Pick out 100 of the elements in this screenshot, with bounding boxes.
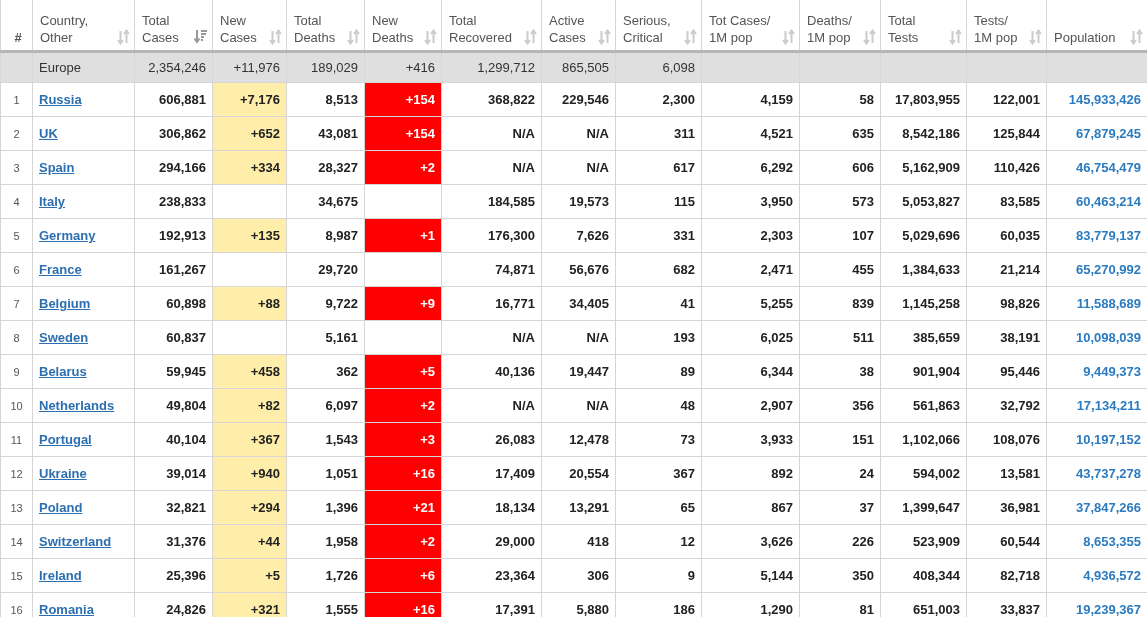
country-link[interactable]: Ireland: [39, 568, 82, 583]
table-cell: 17,803,955: [880, 82, 967, 117]
sort-icon[interactable]: [863, 29, 876, 46]
table-cell: +334: [212, 150, 287, 185]
row-number: 3: [0, 150, 33, 185]
country-link[interactable]: Switzerland: [39, 534, 112, 549]
table-cell: 34,405: [541, 286, 616, 321]
table-cell: 32,792: [966, 388, 1047, 423]
table-cell: 89: [615, 354, 702, 389]
table-cell: 189,029: [286, 51, 365, 83]
table-cell: 74,871: [441, 252, 542, 287]
table-cell: 455: [799, 252, 881, 287]
table-cell: +135: [212, 218, 287, 253]
table-cell: +44: [212, 524, 287, 559]
table-cell: 82,718: [966, 558, 1047, 593]
table-cell: 95,446: [966, 354, 1047, 389]
table-cell: 5,029,696: [880, 218, 967, 253]
table-cell: 1,396: [286, 490, 365, 525]
table-cell: 1,543: [286, 422, 365, 457]
table-cell: 1,051: [286, 456, 365, 491]
table-cell: +3: [364, 422, 442, 457]
row-number: 5: [0, 218, 33, 253]
country-link[interactable]: Belgium: [39, 296, 91, 311]
row-number: 6: [0, 252, 33, 287]
table-cell: 1,145,258: [880, 286, 967, 321]
table-cell: 867: [701, 490, 800, 525]
country-link[interactable]: UK: [39, 126, 58, 141]
sort-icon[interactable]: [1029, 29, 1042, 46]
table-cell: 41: [615, 286, 702, 321]
table-cell: 617: [615, 150, 702, 185]
table-cell: 2,354,246: [134, 51, 213, 83]
country-link[interactable]: Sweden: [39, 330, 89, 345]
country-link[interactable]: Romania: [39, 602, 94, 617]
table-cell: N/A: [541, 116, 616, 151]
table-cell: 19,573: [541, 184, 616, 219]
table-cell: +11,976: [212, 51, 287, 83]
table-cell: 65: [615, 490, 702, 525]
table-cell: 34,675: [286, 184, 365, 219]
table-cell: 125,844: [966, 116, 1047, 151]
table-cell: N/A: [541, 150, 616, 185]
table-cell: 385,659: [880, 320, 967, 355]
table-cell: 29,000: [441, 524, 542, 559]
row-number: 7: [0, 286, 33, 321]
table-cell: 36,981: [966, 490, 1047, 525]
table-cell: N/A: [441, 150, 542, 185]
table-cell: +154: [364, 116, 442, 151]
sort-icon[interactable]: [424, 29, 437, 46]
sort-icon[interactable]: [524, 29, 537, 46]
table-cell: +5: [212, 558, 287, 593]
country-link[interactable]: Italy: [39, 194, 65, 209]
table-cell: 60,035: [966, 218, 1047, 253]
country-link[interactable]: Germany: [39, 228, 96, 243]
table-cell: N/A: [441, 388, 542, 423]
sort-icon[interactable]: [949, 29, 962, 46]
sort-icon[interactable]: [782, 29, 795, 46]
country-link[interactable]: Ukraine: [39, 466, 87, 481]
table-cell: 1,958: [286, 524, 365, 559]
table-cell: 20,554: [541, 456, 616, 491]
table-cell: 184,585: [441, 184, 542, 219]
table-cell: 4,159: [701, 82, 800, 117]
table-cell: 25,396: [134, 558, 213, 593]
table-cell: +416: [364, 51, 442, 83]
table-cell: 18,134: [441, 490, 542, 525]
country-link[interactable]: Netherlands: [39, 398, 115, 413]
row-number: 14: [0, 524, 33, 559]
table-cell: 1,384,633: [880, 252, 967, 287]
table-cell: +2: [364, 388, 442, 423]
country-link[interactable]: Belarus: [39, 364, 87, 379]
sort-icon[interactable]: [598, 29, 611, 46]
table-cell: 83,585: [966, 184, 1047, 219]
sort-icon[interactable]: [684, 29, 697, 46]
country-link[interactable]: Russia: [39, 92, 82, 107]
sort-descending-icon[interactable]: [194, 29, 208, 46]
sort-icon[interactable]: [347, 29, 360, 46]
table-cell: 1,102,066: [880, 422, 967, 457]
sort-icon[interactable]: [117, 29, 130, 46]
table-cell: 8,987: [286, 218, 365, 253]
table-cell: +940: [212, 456, 287, 491]
country-link[interactable]: Spain: [39, 160, 75, 175]
table-cell: 331: [615, 218, 702, 253]
country-link[interactable]: Portugal: [39, 432, 92, 447]
table-cell: 5,144: [701, 558, 800, 593]
table-cell: N/A: [441, 320, 542, 355]
table-cell: 73: [615, 422, 702, 457]
sort-icon[interactable]: [269, 29, 282, 46]
table-cell: 98,826: [966, 286, 1047, 321]
table-cell: 122,001: [966, 82, 1047, 117]
country-link[interactable]: Poland: [39, 500, 83, 515]
table-cell: 32,821: [134, 490, 213, 525]
table-cell: 606: [799, 150, 881, 185]
table-cell: +1: [364, 218, 442, 253]
table-cell: 3,626: [701, 524, 800, 559]
table-cell: +652: [212, 116, 287, 151]
table-cell: 362: [286, 354, 365, 389]
table-cell: N/A: [441, 116, 542, 151]
sort-icon[interactable]: [1130, 29, 1143, 46]
table-cell: 1,726: [286, 558, 365, 593]
table-cell: 56,676: [541, 252, 616, 287]
table-cell: +16: [364, 456, 442, 491]
country-link[interactable]: France: [39, 262, 82, 277]
